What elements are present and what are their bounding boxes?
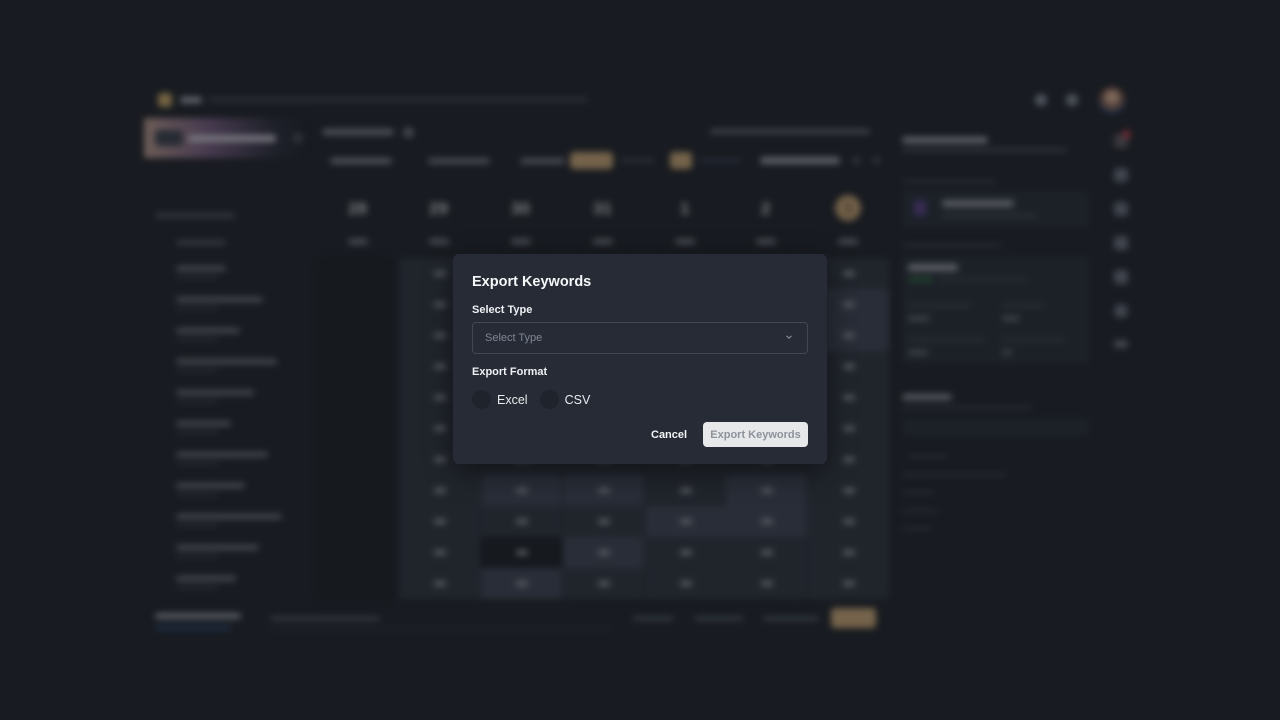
- excel-radio[interactable]: [472, 390, 491, 409]
- export-format-radio-group: Excel CSV: [472, 390, 602, 409]
- select-type-label: Select Type: [472, 304, 533, 316]
- select-type-placeholder: Select Type: [485, 332, 543, 344]
- chevron-down-icon: [786, 335, 792, 339]
- excel-radio-label[interactable]: Excel: [497, 393, 528, 407]
- export-keywords-dialog: Export Keywords Select Type Select Type …: [453, 254, 827, 464]
- cancel-button[interactable]: Cancel: [643, 422, 695, 447]
- dialog-title: Export Keywords: [472, 274, 592, 290]
- export-keywords-button[interactable]: Export Keywords: [703, 422, 808, 447]
- csv-radio[interactable]: [539, 390, 559, 409]
- select-type-dropdown[interactable]: Select Type: [472, 322, 808, 354]
- export-format-label: Export Format: [472, 366, 548, 378]
- csv-radio-label[interactable]: CSV: [565, 393, 591, 407]
